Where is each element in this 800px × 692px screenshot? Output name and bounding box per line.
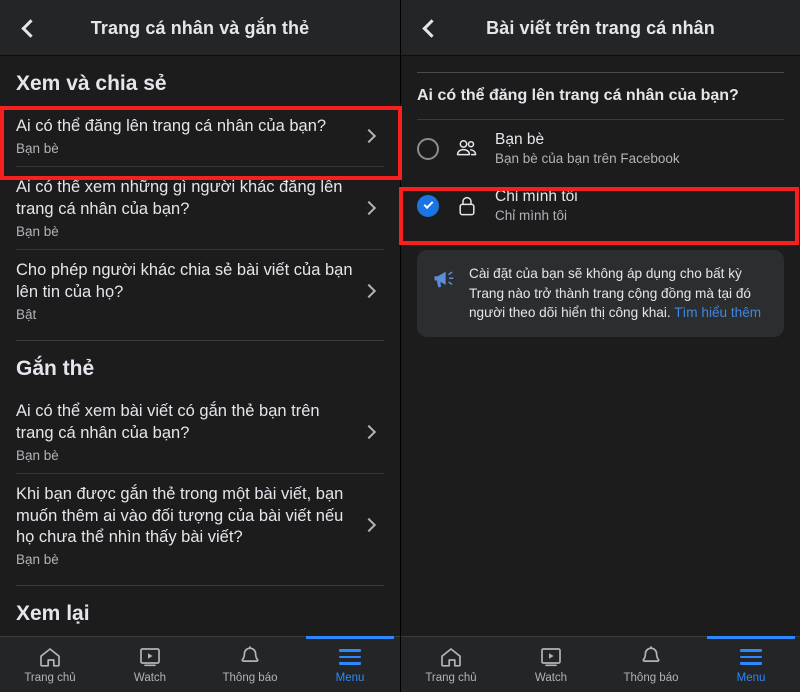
row-title: Cho phép người khác chia sẻ bài viết của… [16,260,353,301]
watch-icon [539,645,563,669]
bottom-nav-right: Trang chủ Watch Thông báo Menu [401,636,800,692]
section-header-xem-va-chia-se: Xem và chia sẻ [16,72,167,95]
chevron-right-icon [361,424,377,439]
bottom-nav-left: Trang chủ Watch Thông báo Menu [0,636,400,692]
option-chi-minh-toi[interactable]: Chỉ mình tôi Chỉ mình tôi [401,177,800,234]
nav-label: Watch [534,672,568,684]
settings-row-allow-sharing-to-stories[interactable]: Cho phép người khác chia sẻ bài viết của… [0,250,400,332]
home-icon [38,645,62,669]
nav-item-trang-chu[interactable]: Trang chủ [401,637,501,692]
question-title: Ai có thể đăng lên trang cá nhân của bạn… [417,87,739,104]
nav-item-menu[interactable]: Menu [300,636,400,692]
row-text: Khi bạn được gắn thẻ trong một bài viết,… [16,484,364,568]
nav-item-trang-chu[interactable]: Trang chủ [0,637,100,692]
option-subtitle: Chỉ mình tôi [495,208,568,223]
megaphone-icon [429,264,459,323]
option-text: Chỉ mình tôi Chỉ mình tôi [495,188,784,223]
row-title: Ai có thể đăng lên trang cá nhân của bạn… [16,117,327,135]
nav-label: Menu [335,672,365,684]
radio-selected[interactable] [417,194,439,217]
hamburger-menu-icon [740,645,762,669]
right-header: Bài viết trên trang cá nhân [401,0,800,56]
row-text: Ai có thể đăng lên trang cá nhân của bạn… [16,116,364,156]
right-page-title: Bài viết trên trang cá nhân [486,17,715,38]
chevron-left-icon [421,18,441,38]
left-back-button[interactable] [0,0,56,56]
option-text: Bạn bè Bạn bè của bạn trên Facebook [495,131,784,166]
chevron-right-icon [361,283,377,298]
row-title: Ai có thể xem những gì người khác đăng l… [16,177,343,218]
chevron-right-icon [361,518,377,533]
left-body: Xem và chia sẻ Ai có thể đăng lên trang … [0,56,400,692]
nav-item-menu[interactable]: Menu [701,636,800,692]
row-text: Ai có thể xem bài viết có gắn thẻ bạn tr… [16,401,364,463]
nav-label: Trang chủ [425,672,477,684]
row-value: Bạn bè [16,552,59,568]
settings-row-who-can-see-others-posts[interactable]: Ai có thể xem những gì người khác đăng l… [0,167,400,249]
chevron-right-icon [361,128,377,144]
settings-row-who-can-post[interactable]: Ai có thể đăng lên trang cá nhân của bạn… [0,106,400,166]
nav-label: Thông báo [222,672,278,684]
bell-icon [639,645,663,669]
option-title: Bạn bè [495,131,545,148]
option-ban-be[interactable]: Bạn bè Bạn bè của bạn trên Facebook [401,120,800,177]
nav-label: Watch [133,672,167,684]
row-value: Bạn bè [16,140,59,156]
row-title: Khi bạn được gắn thẻ trong một bài viết,… [16,484,344,547]
row-title: Ai có thể xem bài viết có gắn thẻ bạn tr… [16,401,320,442]
nav-item-thong-bao[interactable]: Thông báo [200,637,300,692]
bell-icon [238,645,262,669]
friends-icon [453,136,481,162]
home-icon [439,645,463,669]
section-header-xem-lai: Xem lại [16,602,90,626]
right-back-button[interactable] [401,0,457,56]
right-body: Ai có thể đăng lên trang cá nhân của bạn… [401,56,800,692]
nav-label: Thông báo [623,672,679,684]
row-value: Bạn bè [16,223,59,239]
lock-icon [453,193,481,219]
row-value: Bật [16,306,37,322]
chevron-left-icon [20,18,40,38]
watch-icon [138,645,162,669]
chevron-right-icon [361,200,377,215]
learn-more-link[interactable]: Tìm hiểu thêm [674,305,761,320]
nav-label: Menu [736,672,766,684]
notice-text: Cài đặt của bạn sẽ không áp dụng cho bất… [469,264,770,323]
settings-row-tagged-audience-expansion[interactable]: Khi bạn được gắn thẻ trong một bài viết,… [0,474,400,578]
right-phone-panel: Bài viết trên trang cá nhân Ai có thể đă… [399,0,800,692]
nav-label: Trang chủ [24,672,76,684]
row-text: Cho phép người khác chia sẻ bài viết của… [16,260,364,322]
row-value: Bạn bè [16,447,59,463]
hamburger-menu-icon [339,645,361,669]
left-phone-panel: Trang cá nhân và gắn thẻ Xem và chia sẻ … [0,0,402,692]
screenshot-root: Trang cá nhân và gắn thẻ Xem và chia sẻ … [0,0,800,692]
info-notice-card: Cài đặt của bạn sẽ không áp dụng cho bất… [417,250,784,338]
radio-unselected[interactable] [417,137,439,160]
row-text: Ai có thể xem những gì người khác đăng l… [16,177,364,239]
left-header: Trang cá nhân và gắn thẻ [0,0,400,56]
left-page-title: Trang cá nhân và gắn thẻ [90,17,310,38]
check-icon [423,199,433,210]
nav-item-thong-bao[interactable]: Thông báo [601,637,701,692]
option-title: Chỉ mình tôi [495,188,578,205]
nav-item-watch[interactable]: Watch [100,637,200,692]
settings-row-who-can-see-tagged-posts[interactable]: Ai có thể xem bài viết có gắn thẻ bạn tr… [0,391,400,473]
option-subtitle: Bạn bè của bạn trên Facebook [495,151,680,166]
section-header-gan-the: Gắn thẻ [16,356,95,380]
nav-item-watch[interactable]: Watch [501,637,601,692]
